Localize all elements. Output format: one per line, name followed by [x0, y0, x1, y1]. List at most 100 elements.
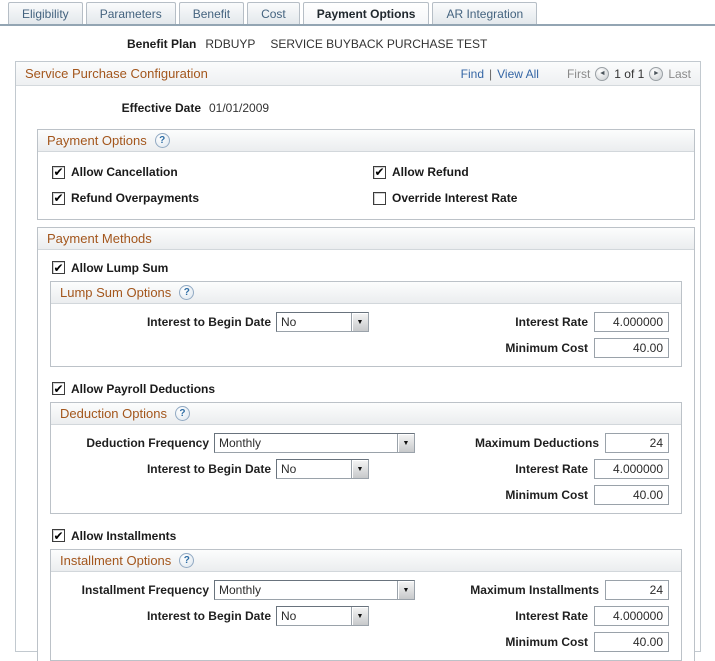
first-link[interactable]: First — [567, 67, 590, 81]
allow-payroll-deductions-row: ✔ Allow Payroll Deductions — [52, 380, 694, 397]
allow-payroll-deductions-label: Allow Payroll Deductions — [71, 381, 216, 396]
tab-payment-options[interactable]: Payment Options — [302, 2, 430, 24]
frame-header: Service Purchase Configuration Find | Vi… — [16, 62, 700, 86]
lump-sum-options-groupbox: Lump Sum Options ? Interest to Begin Dat… — [50, 281, 682, 367]
allow-installments-checkbox[interactable]: ✔ — [52, 529, 65, 542]
benefit-plan-description: SERVICE BUYBACK PURCHASE TEST — [270, 37, 488, 51]
tab-ar-integration[interactable]: AR Integration — [432, 2, 538, 24]
installment-frequency-select[interactable]: Monthly ▼ — [214, 580, 415, 600]
help-icon[interactable]: ? — [179, 285, 195, 300]
service-purchase-configuration-frame: Service Purchase Configuration Find | Vi… — [15, 61, 701, 661]
refund-overpayments-checkbox[interactable]: ✔ — [52, 191, 65, 205]
payment-options-header: Payment Options ? — [38, 130, 694, 152]
minimum-cost-label: Minimum Cost — [505, 488, 588, 502]
maximum-deductions-input[interactable]: 24 — [605, 433, 669, 453]
effective-date-row: Effective Date 01/01/2009 — [16, 99, 700, 116]
allow-installments-row: ✔ Allow Installments — [52, 527, 694, 544]
tab-cost[interactable]: Cost — [247, 2, 300, 24]
interest-rate-input[interactable]: 4.000000 — [594, 606, 669, 626]
interest-rate-label: Interest Rate — [515, 462, 588, 476]
installment-frequency-label: Installment Frequency — [81, 583, 209, 597]
tab-underline — [0, 24, 715, 26]
minimum-cost-label: Minimum Cost — [505, 341, 588, 355]
row-position: 1 of 1 — [614, 66, 645, 81]
tab-eligibility[interactable]: Eligibility — [8, 2, 83, 24]
refund-overpayments-label: Refund Overpayments — [71, 191, 200, 205]
interest-to-begin-date-select[interactable]: No ▼ — [276, 606, 369, 626]
minimum-cost-input[interactable]: 40.00 — [594, 632, 669, 652]
allow-lump-sum-label: Allow Lump Sum — [71, 260, 169, 275]
interest-to-begin-date-value: No — [281, 609, 297, 623]
row-navigation: First ◄ 1 of 1 ► Last — [567, 66, 691, 81]
allow-refund-label: Allow Refund — [392, 165, 469, 179]
allow-refund-checkbox[interactable]: ✔ — [373, 165, 386, 179]
deduction-frequency-label: Deduction Frequency — [86, 436, 209, 450]
override-interest-rate-row: Override Interest Rate — [373, 191, 694, 205]
interest-to-begin-date-label: Interest to Begin Date — [146, 315, 271, 329]
interest-rate-label: Interest Rate — [515, 609, 588, 623]
benefit-plan-row: Benefit Plan RDBUYP SERVICE BUYBACK PURC… — [127, 36, 715, 52]
find-separator: | — [489, 66, 493, 81]
minimum-cost-input[interactable]: 40.00 — [594, 485, 669, 505]
interest-to-begin-date-select[interactable]: No ▼ — [276, 312, 369, 332]
benefit-plan-code: RDBUYP — [205, 37, 256, 51]
maximum-installments-input[interactable]: 24 — [605, 580, 669, 600]
allow-cancellation-checkbox[interactable]: ✔ — [52, 165, 65, 179]
maximum-installments-label: Maximum Installments — [470, 583, 599, 597]
last-link[interactable]: Last — [668, 67, 691, 81]
maximum-deductions-label: Maximum Deductions — [474, 436, 599, 450]
previous-row-button[interactable]: ◄ — [595, 66, 610, 81]
lump-sum-options-title: Lump Sum Options — [60, 285, 172, 300]
dropdown-arrow-icon: ▼ — [397, 581, 414, 599]
override-interest-rate-checkbox[interactable] — [373, 191, 386, 205]
tab-benefit[interactable]: Benefit — [178, 2, 245, 24]
help-icon[interactable]: ? — [179, 553, 195, 568]
minimum-cost-label: Minimum Cost — [505, 635, 588, 649]
dropdown-arrow-icon: ▼ — [397, 434, 414, 452]
installment-options-groupbox: Installment Options ? Installment Freque… — [50, 549, 682, 661]
allow-cancellation-label: Allow Cancellation — [71, 165, 178, 179]
payment-options-grid: ✔ Allow Cancellation ✔ Allow Refund ✔ Re… — [38, 152, 694, 219]
deduction-options-groupbox: Deduction Options ? Deduction Frequency … — [50, 402, 682, 514]
help-icon[interactable]: ? — [154, 133, 170, 148]
view-all-link[interactable]: View All — [497, 67, 539, 81]
effective-date-value: 01/01/2009 — [209, 100, 270, 115]
refund-overpayments-row: ✔ Refund Overpayments — [52, 191, 373, 205]
next-row-button[interactable]: ► — [649, 66, 664, 81]
frame-title: Service Purchase Configuration — [25, 66, 208, 81]
find-link[interactable]: Find — [461, 67, 484, 81]
find-viewall-bar: Find | View All — [461, 67, 539, 81]
benefit-plan-label: Benefit Plan — [127, 37, 197, 51]
help-icon[interactable]: ? — [174, 406, 190, 421]
installment-frequency-value: Monthly — [219, 583, 262, 597]
interest-to-begin-date-label: Interest to Begin Date — [146, 462, 271, 476]
allow-lump-sum-checkbox[interactable]: ✔ — [52, 261, 65, 274]
interest-rate-input[interactable]: 4.000000 — [594, 312, 669, 332]
tab-bar: Eligibility Parameters Benefit Cost Paym… — [0, 0, 715, 26]
interest-to-begin-date-label: Interest to Begin Date — [146, 609, 271, 623]
payment-methods-title: Payment Methods — [47, 231, 152, 246]
payment-options-groupbox: Payment Options ? ✔ Allow Cancellation ✔… — [37, 129, 695, 220]
interest-to-begin-date-value: No — [281, 462, 297, 476]
override-interest-rate-label: Override Interest Rate — [392, 191, 518, 205]
interest-rate-input[interactable]: 4.000000 — [594, 459, 669, 479]
allow-lump-sum-row: ✔ Allow Lump Sum — [52, 259, 694, 276]
payment-options-title: Payment Options — [47, 133, 147, 148]
interest-to-begin-date-select[interactable]: No ▼ — [276, 459, 369, 479]
dropdown-arrow-icon: ▼ — [351, 313, 368, 331]
minimum-cost-input[interactable]: 40.00 — [594, 338, 669, 358]
allow-installments-label: Allow Installments — [71, 528, 177, 543]
payment-methods-groupbox: Payment Methods ✔ Allow Lump Sum Lump Su… — [37, 227, 695, 661]
dropdown-arrow-icon: ▼ — [351, 607, 368, 625]
dropdown-arrow-icon: ▼ — [351, 460, 368, 478]
installment-options-title: Installment Options — [60, 553, 172, 568]
payment-methods-header: Payment Methods — [38, 228, 694, 250]
allow-cancellation-row: ✔ Allow Cancellation — [52, 165, 373, 179]
interest-rate-label: Interest Rate — [515, 315, 588, 329]
deduction-frequency-select[interactable]: Monthly ▼ — [214, 433, 415, 453]
tab-parameters[interactable]: Parameters — [85, 2, 176, 24]
allow-payroll-deductions-checkbox[interactable]: ✔ — [52, 382, 65, 395]
interest-to-begin-date-value: No — [281, 315, 297, 329]
effective-date-label: Effective Date — [121, 100, 201, 115]
deduction-options-title: Deduction Options — [60, 406, 167, 421]
